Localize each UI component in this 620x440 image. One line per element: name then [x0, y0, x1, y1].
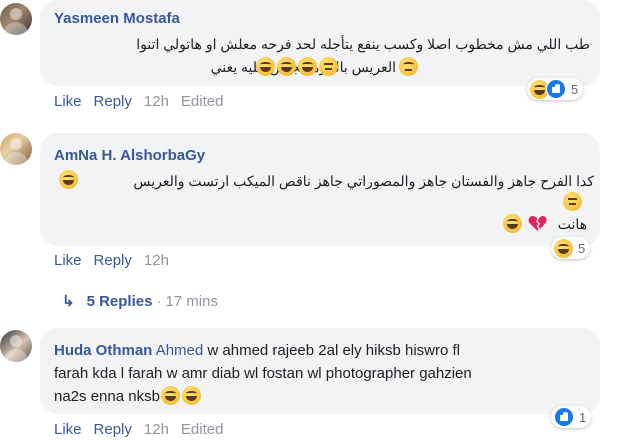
comment-author[interactable]: Yasmeen Mostafa [54, 10, 180, 27]
timestamp[interactable]: 12h [144, 252, 169, 269]
emoji-row [502, 214, 548, 234]
timestamp[interactable]: 12h [144, 421, 169, 438]
comment-text-line: na2s enna nksb [54, 385, 202, 408]
reaction-summary[interactable]: 1 [551, 406, 592, 428]
laugh-emoji [160, 386, 180, 405]
reply-arrow-icon: ↳ [62, 293, 75, 310]
timestamp[interactable]: 12h [144, 93, 169, 110]
like-reaction-icon [546, 79, 566, 99]
like-button[interactable]: Like [54, 93, 82, 110]
reply-button[interactable]: Reply [94, 93, 132, 110]
edited-label[interactable]: Edited [181, 421, 224, 438]
comment-text: na2s enna nksb [54, 388, 160, 405]
replies-count-link[interactable]: 5 Replies [87, 293, 153, 310]
comment-actions: Like Reply 12h Edited [54, 421, 235, 438]
separator-dot: · [156, 293, 162, 310]
reaction-summary[interactable]: 5 [527, 78, 584, 100]
reply-timestamp[interactable]: 17 mins [165, 293, 218, 310]
like-reaction-icon [554, 407, 574, 427]
reply-button[interactable]: Reply [94, 252, 132, 269]
laugh-emoji [277, 57, 296, 76]
reply-button[interactable]: Reply [94, 421, 132, 438]
like-button[interactable]: Like [54, 421, 82, 438]
emoji-row [398, 57, 419, 77]
laugh-emoji [503, 214, 522, 233]
comment-text-line: كدا الفرح جاهز والفستان جاهز والمصوراتي … [133, 173, 594, 189]
reaction-count: 5 [571, 81, 579, 97]
avatar[interactable] [0, 133, 32, 165]
laugh-emoji [256, 57, 275, 76]
comment-author[interactable]: Huda Othman [54, 342, 152, 359]
thinking-emoji [319, 57, 338, 76]
edited-label[interactable]: Edited [181, 93, 224, 110]
laugh-emoji [181, 386, 201, 405]
comment-author[interactable]: AmNa H. AlshorbaGy [54, 147, 205, 164]
mention-link[interactable]: Ahmed [156, 342, 204, 359]
reaction-summary[interactable]: 5 [551, 237, 591, 259]
comment-text-line: farah kda l farah w amr diab wl fostan w… [54, 365, 472, 382]
avatar[interactable] [0, 3, 32, 35]
haha-reaction-icon [554, 238, 573, 258]
comment-text: w ahmed rajeeb 2al ely hiksb hiswro fl [203, 342, 461, 359]
laugh-emoji [59, 170, 78, 189]
eye-roll-emoji [399, 57, 418, 76]
laugh-emoji [298, 57, 317, 76]
broken-heart-emoji [529, 215, 548, 232]
thinking-emoji [563, 192, 582, 211]
emoji-row [255, 57, 339, 77]
comment-text-line: Huda Othman Ahmed w ahmed rajeeb 2al ely… [54, 339, 460, 362]
emoji-row [58, 170, 79, 190]
comment-actions: Like Reply 12h [54, 252, 181, 269]
view-replies-link[interactable]: ↳ 5 Replies · 17 mins [62, 292, 218, 310]
like-button[interactable]: Like [54, 252, 82, 269]
emoji-row [562, 192, 583, 212]
reaction-count: 1 [579, 409, 587, 425]
comment-text-line: هانت [557, 216, 587, 232]
avatar[interactable] [0, 330, 32, 362]
comment-text-line: طب اللي مش مخطوب اصلا وكسب ينفع يتأجله ل… [136, 36, 590, 52]
comment-actions: Like Reply 12h Edited [54, 93, 235, 110]
reaction-count: 5 [578, 240, 586, 256]
